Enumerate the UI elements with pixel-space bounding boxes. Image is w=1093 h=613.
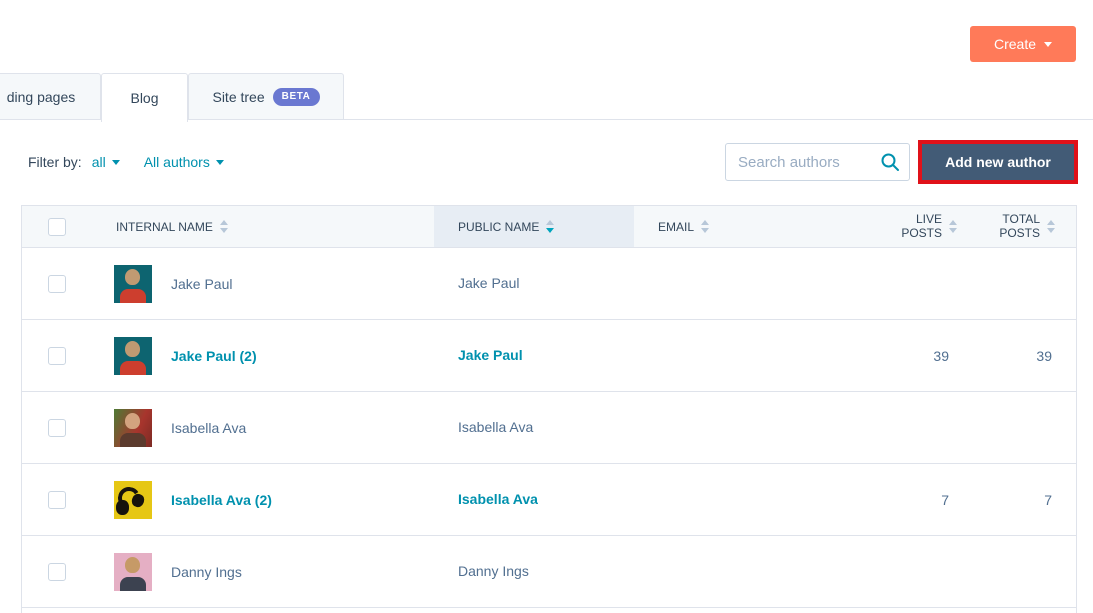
total-posts-cell: 39 (961, 348, 1078, 364)
authors-table: INTERNAL NAME PUBLIC NAME EMAIL LIVE POS… (21, 205, 1077, 613)
add-new-author-button[interactable]: Add new author (922, 144, 1074, 180)
author-avatar (114, 409, 152, 447)
total-posts-cell: 7 (961, 492, 1078, 508)
table-row: Jake Paul (2) Jake Paul 39 39 (22, 320, 1076, 392)
public-name-link[interactable]: Jake Paul (458, 347, 523, 363)
public-name-link[interactable]: Isabella Ava (458, 491, 538, 507)
chevron-down-icon (112, 160, 120, 165)
tab-landing-pages[interactable]: ding pages (0, 73, 101, 120)
column-header-live-posts[interactable]: LIVE POSTS (856, 206, 961, 247)
sort-arrows-icon (949, 220, 957, 233)
filter-bar: Filter by: all All authors Add new autho… (28, 140, 1078, 184)
checkbox-cell (22, 563, 92, 581)
author-avatar (114, 337, 152, 375)
top-bar: Create (0, 0, 1093, 73)
checkbox-cell (22, 419, 92, 437)
chevron-down-icon (1044, 42, 1052, 47)
column-label: EMAIL (658, 220, 694, 234)
public-name-cell: Jake Paul (434, 347, 634, 365)
column-label: TOTAL POSTS (996, 213, 1040, 241)
internal-name-cell: Danny Ings (92, 553, 434, 591)
public-name: Danny Ings (458, 563, 529, 579)
column-label: LIVE POSTS (898, 213, 942, 241)
tab-site-tree-label: Site tree (212, 89, 264, 105)
filter-authors-dropdown[interactable]: All authors (144, 154, 224, 170)
select-all-checkbox[interactable] (48, 218, 66, 236)
internal-name: Jake Paul (171, 276, 232, 292)
tab-bar: ding pages Blog Site tree BETA (0, 73, 1093, 120)
table-row: Isabella Ava (2) Isabella Ava 7 7 (22, 464, 1076, 536)
table-row: Isabella Ava Isabella Ava (22, 392, 1076, 464)
internal-name-cell: Jake Paul (2) (92, 337, 434, 375)
annotation-highlight-box: Add new author (918, 140, 1078, 184)
live-posts-cell: 39 (856, 348, 961, 364)
column-header-internal-name[interactable]: INTERNAL NAME (92, 206, 434, 247)
sort-arrows-icon (701, 220, 709, 233)
tab-blog[interactable]: Blog (101, 73, 188, 122)
row-checkbox[interactable] (48, 419, 66, 437)
table-row: Danny Ings Danny Ings (22, 536, 1076, 608)
sort-arrows-icon (1047, 220, 1055, 233)
row-checkbox[interactable] (48, 275, 66, 293)
filter-authors-value: All authors (144, 154, 210, 170)
filter-type-dropdown[interactable]: all (92, 154, 120, 170)
public-name-cell: Isabella Ava (434, 419, 634, 437)
beta-badge: BETA (273, 88, 320, 106)
public-name: Isabella Ava (458, 419, 533, 435)
sort-arrows-icon (546, 220, 554, 233)
column-header-public-name[interactable]: PUBLIC NAME (434, 206, 634, 247)
search-box (725, 143, 910, 181)
sort-arrows-icon (220, 220, 228, 233)
checkbox-cell (22, 347, 92, 365)
internal-name-cell: Jake Paul (92, 265, 434, 303)
internal-name-cell: Isabella Ava (92, 409, 434, 447)
internal-name-link[interactable]: Isabella Ava (2) (171, 492, 272, 508)
tab-site-tree[interactable]: Site tree BETA (188, 73, 344, 120)
create-button[interactable]: Create (970, 26, 1076, 62)
chevron-down-icon (216, 160, 224, 165)
filter-type-value: all (92, 154, 106, 170)
author-avatar (114, 553, 152, 591)
column-label: PUBLIC NAME (458, 220, 539, 234)
public-name-cell: Jake Paul (434, 275, 634, 293)
public-name: Jake Paul (458, 275, 519, 291)
column-label: INTERNAL NAME (116, 220, 213, 234)
public-name-cell: Isabella Ava (434, 491, 634, 509)
search-icon (880, 152, 900, 172)
tab-landing-pages-label: ding pages (7, 89, 76, 105)
filter-by-label: Filter by: (28, 154, 82, 170)
table-header-row: INTERNAL NAME PUBLIC NAME EMAIL LIVE POS… (22, 206, 1076, 248)
create-button-label: Create (994, 36, 1036, 52)
internal-name-link[interactable]: Jake Paul (2) (171, 348, 257, 364)
public-name-cell: Danny Ings (434, 563, 634, 581)
live-posts-cell: 7 (856, 492, 961, 508)
internal-name-cell: Isabella Ava (2) (92, 481, 434, 519)
row-checkbox[interactable] (48, 347, 66, 365)
table-row-partial (22, 608, 1076, 613)
table-row: Jake Paul Jake Paul (22, 248, 1076, 320)
internal-name: Danny Ings (171, 564, 242, 580)
author-avatar (114, 481, 152, 519)
row-checkbox[interactable] (48, 563, 66, 581)
checkbox-cell (22, 491, 92, 509)
select-all-cell (22, 206, 92, 247)
internal-name: Isabella Ava (171, 420, 246, 436)
column-header-email[interactable]: EMAIL (634, 206, 856, 247)
row-checkbox[interactable] (48, 491, 66, 509)
tab-blog-label: Blog (130, 90, 158, 106)
author-avatar (114, 265, 152, 303)
column-header-total-posts[interactable]: TOTAL POSTS (961, 206, 1078, 247)
checkbox-cell (22, 275, 92, 293)
